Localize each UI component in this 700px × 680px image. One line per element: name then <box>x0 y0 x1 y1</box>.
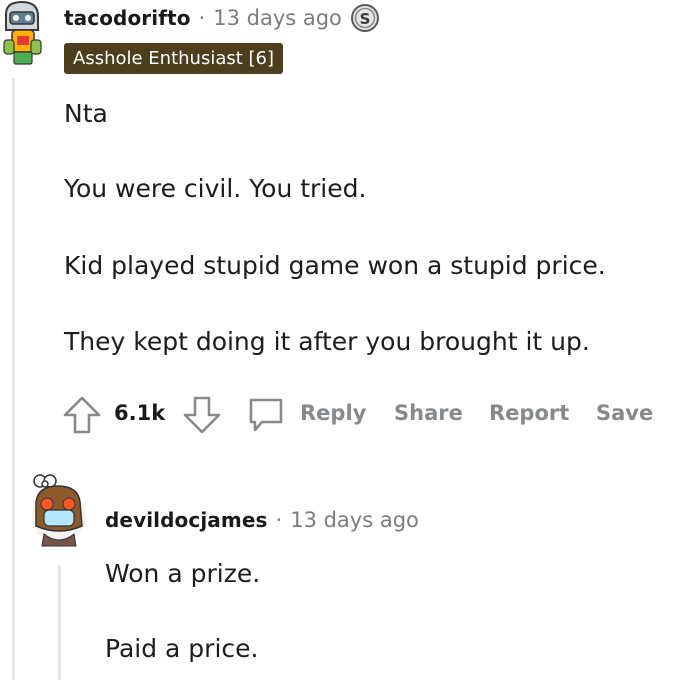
reply-paragraph: Paid a price. <box>105 634 259 663</box>
save-button[interactable]: Save <box>596 401 653 425</box>
username[interactable]: tacodorifto <box>64 6 191 30</box>
user-flair: Asshole Enthusiast [6] <box>64 43 284 74</box>
reply-button[interactable]: Reply <box>300 401 366 425</box>
comment-paragraph: You were civil. You tried. <box>64 174 367 203</box>
reply-thread-line[interactable] <box>58 565 61 680</box>
thread-line[interactable] <box>12 78 15 680</box>
reply-paragraph: Won a prize. <box>105 559 261 588</box>
comment-paragraph: Kid played stupid game won a stupid pric… <box>64 251 606 280</box>
avatar[interactable] <box>0 0 46 72</box>
timestamp[interactable]: 13 days ago <box>213 6 342 30</box>
reply-timestamp[interactable]: 13 days ago <box>290 508 419 532</box>
reply-avatar[interactable] <box>28 472 90 548</box>
downvote-icon[interactable] <box>182 395 222 435</box>
reply-username[interactable]: devildocjames <box>105 508 268 532</box>
comment-paragraph: Nta <box>64 99 108 128</box>
vote-count: 6.1k <box>114 401 166 425</box>
report-button[interactable]: Report <box>489 401 569 425</box>
svg-text:S: S <box>360 10 371 28</box>
separator: · <box>198 6 206 30</box>
separator: · <box>275 508 283 532</box>
award-icon[interactable]: S <box>350 3 380 33</box>
upvote-icon[interactable] <box>62 395 102 435</box>
comment-paragraph: They kept doing it after you brought it … <box>64 327 590 356</box>
share-button[interactable]: Share <box>394 401 463 425</box>
comment-icon[interactable] <box>246 395 286 435</box>
